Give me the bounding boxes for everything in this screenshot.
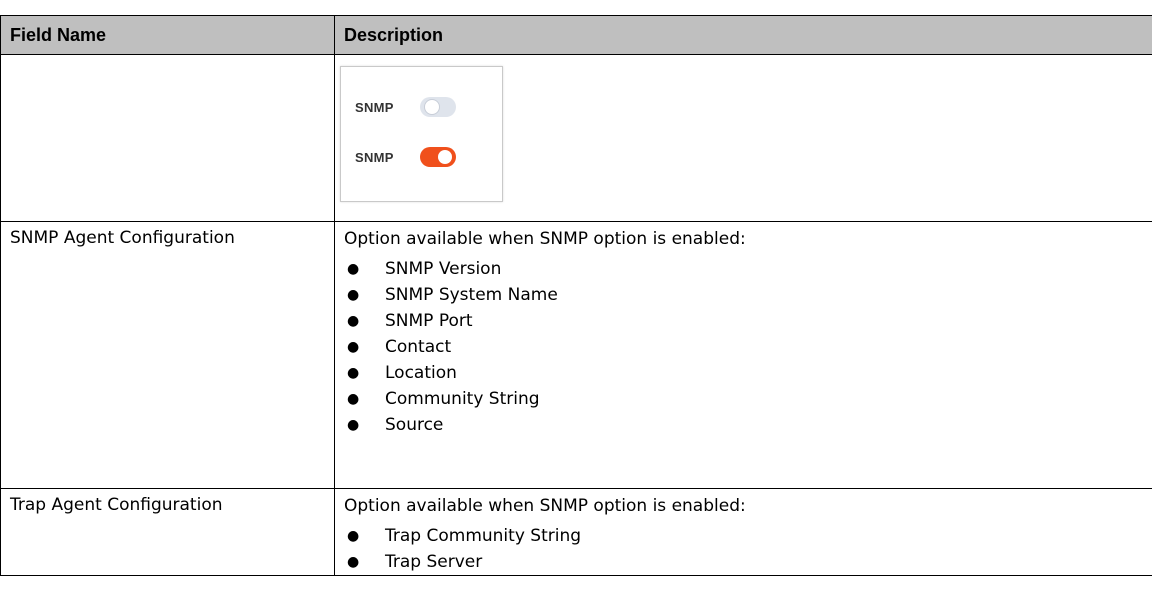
bullet-icon: ● — [347, 313, 360, 329]
bullet-icon: ● — [347, 287, 360, 303]
description-intro: Option available when SNMP option is ena… — [344, 496, 746, 516]
snmp-toggle-label: SNMP — [355, 99, 394, 115]
snmp-toggle-off-row: SNMP — [355, 97, 456, 117]
snmp-toggle-label: SNMP — [355, 149, 394, 165]
option-list: ● SNMP Version ● SNMP System Name ● SNMP Po… — [344, 256, 1152, 438]
table-header-row: Field Name Description — [0, 15, 1152, 55]
field-name-cell: Trap Agent Configuration — [0, 488, 335, 576]
list-item: ● Contact — [344, 334, 1152, 360]
list-item: ● Trap Server — [344, 549, 1152, 575]
bullet-icon: ● — [347, 261, 360, 277]
description-intro: Option available when SNMP option is ena… — [344, 229, 746, 249]
description-cell: Option available when SNMP option is ena… — [334, 488, 1152, 576]
snmp-toggle-on-row: SNMP — [355, 147, 456, 167]
bullet-icon: ● — [347, 339, 360, 355]
toggle-on-icon — [420, 147, 456, 167]
empty-field-cell — [0, 54, 335, 222]
toggle-example-cell: SNMP SNMP — [334, 54, 1152, 222]
list-item: ● Location — [344, 360, 1152, 386]
bullet-icon: ● — [347, 417, 360, 433]
field-name-cell: SNMP Agent Configuration — [0, 221, 335, 489]
list-item: ● Source — [344, 412, 1152, 438]
bullet-icon: ● — [347, 391, 360, 407]
field-name-header: Field Name — [0, 15, 335, 55]
description-header: Description — [334, 15, 1152, 55]
option-list: ● Trap Community String ● Trap Server — [344, 523, 1152, 575]
toggle-off-icon — [420, 97, 456, 117]
table-row: Trap Agent Configuration Option availabl… — [0, 488, 1152, 576]
table-row: SNMP SNMP — [0, 54, 1152, 222]
field-description-table: Field Name Description SNMP SNMP SNMP Ag… — [0, 15, 1152, 576]
snmp-toggle-screenshot: SNMP SNMP — [340, 66, 503, 202]
bullet-icon: ● — [347, 554, 360, 570]
list-item: ● SNMP Port — [344, 308, 1152, 334]
list-item: ● Community String — [344, 386, 1152, 412]
list-item: ● SNMP System Name — [344, 282, 1152, 308]
description-cell: Option available when SNMP option is ena… — [334, 221, 1152, 489]
list-item: ● Trap Community String — [344, 523, 1152, 549]
bullet-icon: ● — [347, 528, 360, 544]
table-row: SNMP Agent Configuration Option availabl… — [0, 221, 1152, 489]
bullet-icon: ● — [347, 365, 360, 381]
list-item: ● SNMP Version — [344, 256, 1152, 282]
